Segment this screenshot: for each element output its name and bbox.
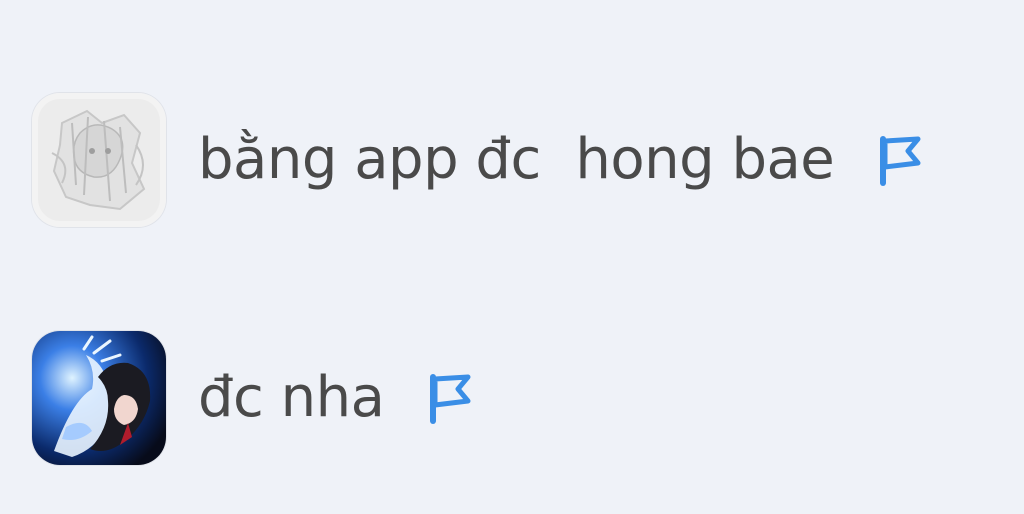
flag-icon bbox=[430, 374, 471, 424]
comment-list: bằng app đc hong bae đc nha bbox=[0, 0, 1024, 514]
comment-text: bằng app đc hong bae bbox=[198, 127, 835, 192]
avatar[interactable] bbox=[32, 93, 166, 227]
comment-text: đc nha bbox=[198, 365, 385, 430]
report-flag-button[interactable] bbox=[424, 369, 476, 427]
comment-item: bằng app đc hong bae bbox=[32, 92, 926, 228]
avatar-image bbox=[32, 93, 166, 227]
flag-icon bbox=[880, 136, 921, 186]
avatar[interactable] bbox=[32, 331, 166, 465]
comment-item: đc nha bbox=[32, 330, 476, 466]
avatar-image bbox=[32, 331, 166, 465]
report-flag-button[interactable] bbox=[874, 131, 926, 189]
